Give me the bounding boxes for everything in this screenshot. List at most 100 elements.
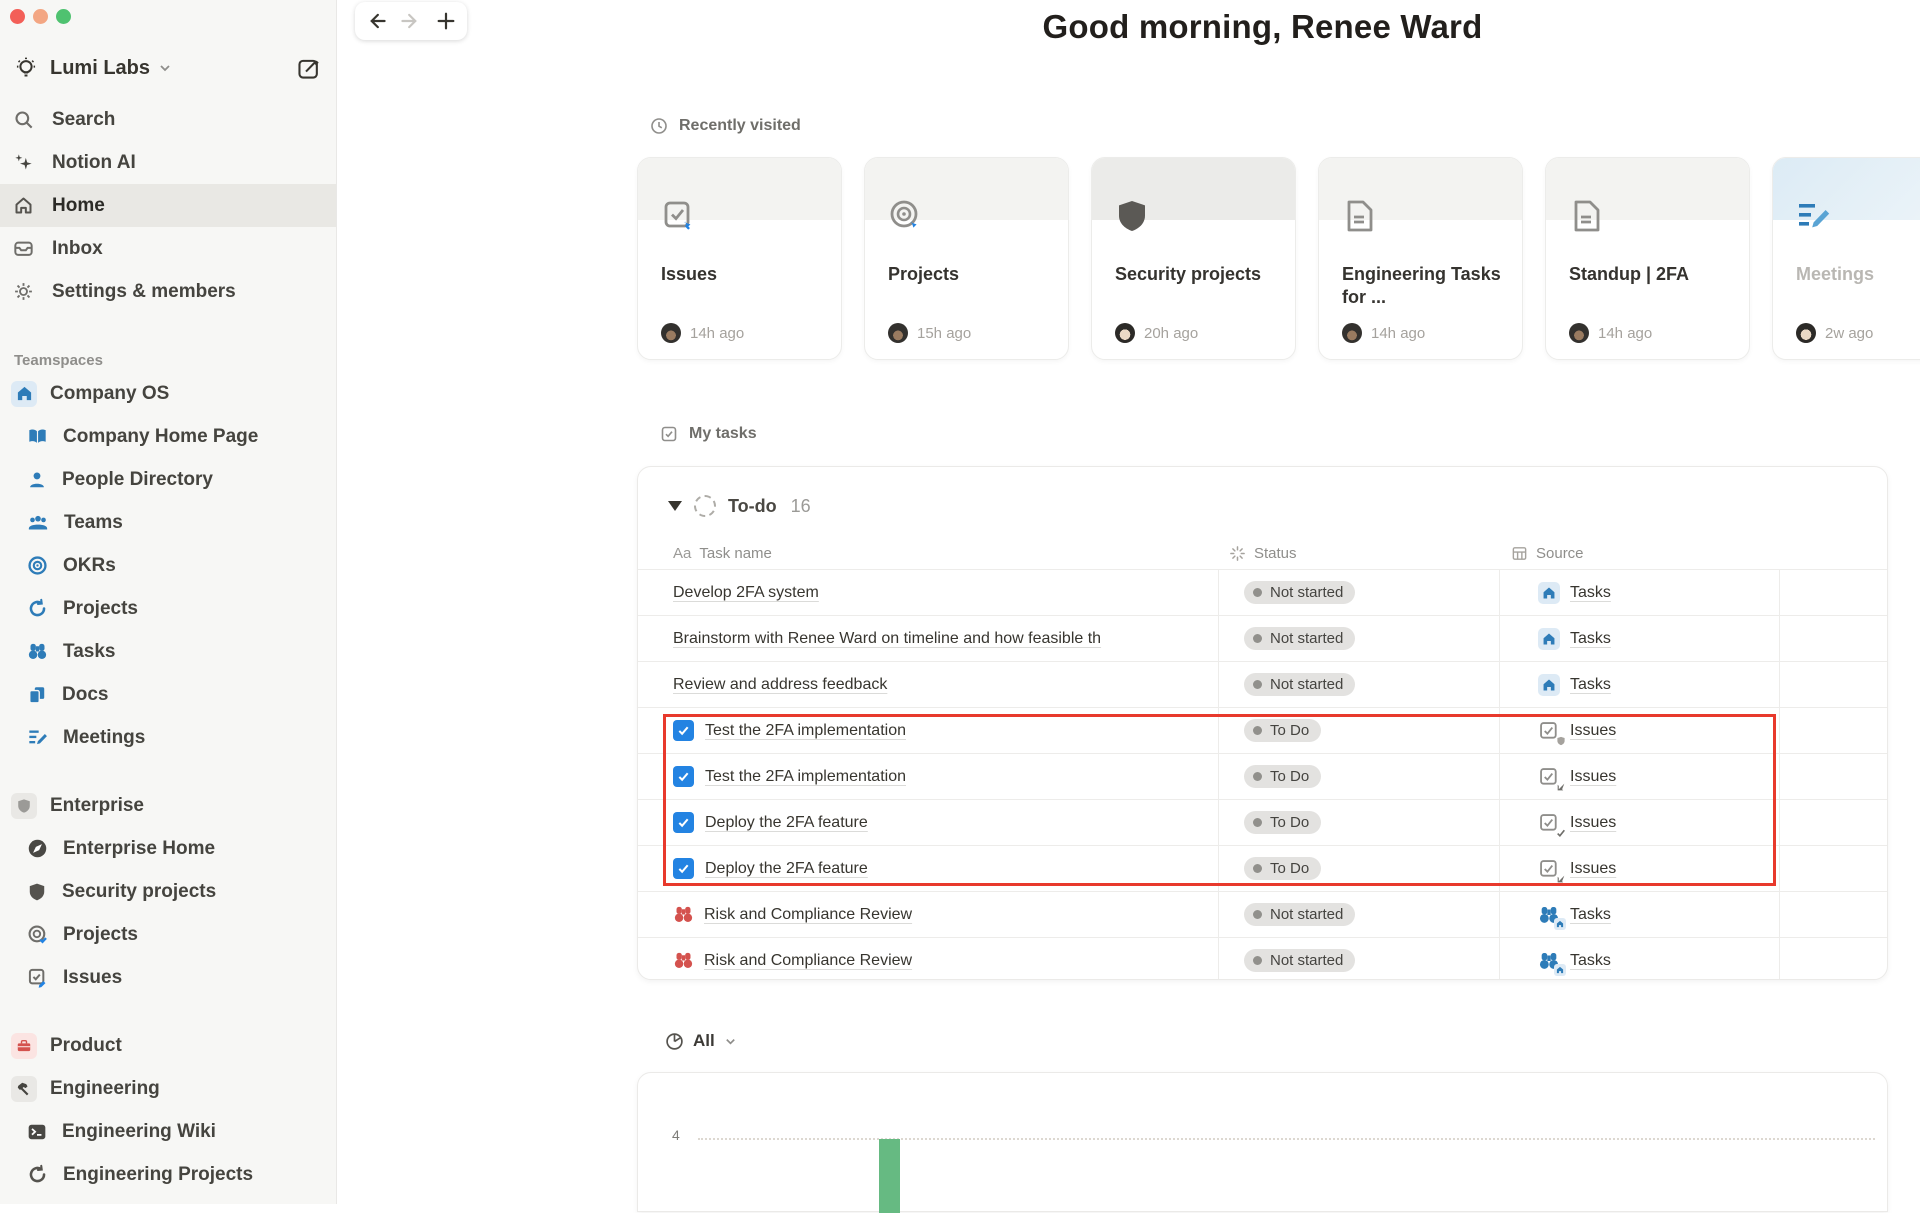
todo-group-header[interactable]: To-do 16 — [668, 495, 811, 517]
status-cell[interactable]: Not started — [1218, 570, 1499, 615]
status-cell[interactable]: Not started — [1218, 616, 1499, 661]
check-badge-icon — [1556, 828, 1566, 838]
source-cell[interactable]: Tasks — [1499, 616, 1779, 661]
sidebar-item-teams[interactable]: Teams — [0, 501, 336, 544]
source-cell[interactable]: Tasks — [1499, 662, 1779, 707]
sidebar-item-company-os[interactable]: Company OS — [0, 372, 336, 415]
task-name[interactable]: Brainstorm with Renee Ward on timeline a… — [673, 630, 1101, 648]
status-cell[interactable]: To Do — [1218, 846, 1499, 891]
task-name[interactable]: Deploy the 2FA feature — [705, 814, 868, 832]
workspace-switcher[interactable]: Lumi Labs — [0, 46, 336, 90]
table-row[interactable]: Risk and Compliance Review Not started T… — [638, 891, 1887, 937]
table-icon — [1511, 545, 1528, 562]
status-cell[interactable]: Not started — [1218, 662, 1499, 707]
sidebar-item-home[interactable]: Home — [0, 184, 336, 227]
list-pencil-icon — [27, 727, 48, 748]
forward-button[interactable] — [400, 10, 422, 32]
new-page-button[interactable] — [296, 56, 321, 81]
column-header-status[interactable]: Status — [1229, 545, 1297, 562]
window-controls[interactable] — [10, 9, 71, 24]
source-cell[interactable]: Issues — [1499, 846, 1779, 891]
status-cell[interactable]: To Do — [1218, 754, 1499, 799]
sidebar-item-enterprise[interactable]: Enterprise — [0, 784, 336, 827]
sidebar-item-engineering-projects[interactable]: Engineering Projects — [0, 1153, 336, 1196]
new-tab-button[interactable] — [435, 10, 457, 32]
source-cell[interactable]: Issues — [1499, 800, 1779, 845]
column-header-task-name[interactable]: Aa Task name — [673, 545, 772, 562]
checked-checkbox[interactable] — [673, 720, 694, 741]
status-cell[interactable]: Not started — [1218, 892, 1499, 937]
table-row[interactable]: Risk and Compliance Review Not started T… — [638, 937, 1887, 979]
binoculars-red-icon — [673, 904, 694, 925]
source-cell[interactable]: Tasks — [1499, 892, 1779, 937]
column-header-source[interactable]: Source — [1511, 545, 1584, 562]
zoom-window-button[interactable] — [56, 9, 71, 24]
source-cell[interactable]: Tasks — [1499, 938, 1779, 979]
sidebar-item-product[interactable]: Product — [0, 1024, 336, 1067]
sidebar-item-projects[interactable]: Projects — [0, 587, 336, 630]
spinner-icon — [1229, 545, 1246, 562]
document-icon — [1568, 198, 1604, 234]
task-name[interactable]: Test the 2FA implementation — [705, 722, 906, 740]
sidebar-item-engineering-wiki[interactable]: Engineering Wiki — [0, 1110, 336, 1153]
chart-bar[interactable] — [879, 1139, 900, 1213]
recent-card-security-projects[interactable]: Security projects 20h ago — [1091, 157, 1296, 360]
sidebar-item-inbox[interactable]: Inbox — [0, 227, 336, 270]
status-badge: Not started — [1244, 949, 1356, 972]
sidebar-item-enterprise-home[interactable]: Enterprise Home — [0, 827, 336, 870]
cycle-arrow-icon — [27, 598, 48, 619]
hammer-icon — [11, 1075, 37, 1102]
inbox-icon — [13, 238, 34, 259]
task-name[interactable]: Develop 2FA system — [673, 584, 819, 602]
sidebar-item-meetings[interactable]: Meetings — [0, 716, 336, 759]
table-row[interactable]: Develop 2FA system Not started Tasks — [638, 569, 1887, 615]
recent-card-projects[interactable]: Projects 15h ago — [864, 157, 1069, 360]
close-window-button[interactable] — [10, 9, 25, 24]
table-row[interactable]: Brainstorm with Renee Ward on timeline a… — [638, 615, 1887, 661]
sidebar-item-issues[interactable]: Issues — [0, 956, 336, 999]
checked-checkbox[interactable] — [673, 858, 694, 879]
source-cell[interactable]: Issues — [1499, 754, 1779, 799]
source-cell[interactable]: Tasks — [1499, 570, 1779, 615]
sidebar-item-search[interactable]: Search — [0, 98, 336, 141]
task-name[interactable]: Test the 2FA implementation — [705, 768, 906, 786]
sidebar-item-settings[interactable]: Settings & members — [0, 270, 336, 313]
sidebar-item-tasks[interactable]: Tasks — [0, 630, 336, 673]
sidebar-item-enterprise-projects[interactable]: Projects — [0, 913, 336, 956]
table-row[interactable]: Deploy the 2FA feature To Do Issues — [638, 799, 1887, 845]
status-badge: To Do — [1244, 811, 1322, 834]
status-cell[interactable]: To Do — [1218, 800, 1499, 845]
shield-icon — [11, 792, 37, 819]
source-cell[interactable]: Issues — [1499, 708, 1779, 753]
table-row[interactable]: Test the 2FA implementation To Do Issues — [638, 707, 1887, 753]
recent-card-meetings[interactable]: Meetings 2w ago — [1772, 157, 1920, 360]
back-button[interactable] — [365, 10, 387, 32]
task-name[interactable]: Review and address feedback — [673, 676, 887, 694]
sidebar-item-notion-ai[interactable]: Notion AI — [0, 141, 336, 184]
status-badge: Not started — [1244, 581, 1356, 604]
checked-checkbox[interactable] — [673, 766, 694, 787]
collapse-triangle-icon[interactable] — [668, 501, 682, 511]
task-name[interactable]: Risk and Compliance Review — [704, 952, 912, 970]
sidebar-item-docs[interactable]: Docs — [0, 673, 336, 716]
table-row[interactable]: Deploy the 2FA feature To Do Issues — [638, 845, 1887, 891]
task-name[interactable]: Risk and Compliance Review — [704, 906, 912, 924]
recent-card-issues[interactable]: Issues 14h ago — [637, 157, 842, 360]
table-row[interactable]: Test the 2FA implementation To Do Issues — [638, 753, 1887, 799]
status-cell[interactable]: Not started — [1218, 938, 1499, 979]
home-icon — [13, 195, 34, 216]
sidebar-item-engineering[interactable]: Engineering — [0, 1067, 336, 1110]
sidebar-item-security-projects[interactable]: Security projects — [0, 870, 336, 913]
chart-filter-dropdown[interactable]: All — [665, 1031, 737, 1051]
minimize-window-button[interactable] — [33, 9, 48, 24]
sidebar-item-people-directory[interactable]: People Directory — [0, 458, 336, 501]
checked-checkbox[interactable] — [673, 812, 694, 833]
sidebar-item-okrs[interactable]: OKRs — [0, 544, 336, 587]
status-cell[interactable]: To Do — [1218, 708, 1499, 753]
task-name[interactable]: Deploy the 2FA feature — [705, 860, 868, 878]
recent-card-engineering-tasks[interactable]: Engineering Tasks for ... 14h ago — [1318, 157, 1523, 360]
book-icon — [27, 426, 48, 447]
table-row[interactable]: Review and address feedback Not started … — [638, 661, 1887, 707]
recent-card-standup-2fa[interactable]: Standup | 2FA 14h ago — [1545, 157, 1750, 360]
sidebar-item-company-home-page[interactable]: Company Home Page — [0, 415, 336, 458]
